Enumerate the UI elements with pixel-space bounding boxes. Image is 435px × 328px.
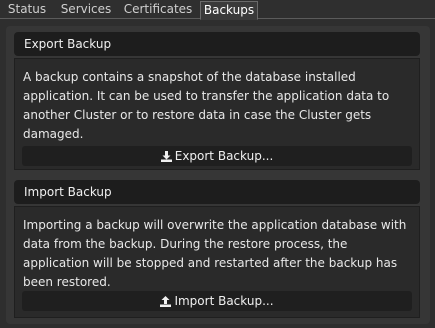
import-backup-body: Importing a backup will overwrite the ap… <box>14 206 420 318</box>
upload-icon <box>160 293 172 313</box>
backups-window: Status Services Certificates Backups Exp… <box>0 0 435 328</box>
export-backup-button[interactable]: Export Backup... <box>22 146 412 166</box>
tab-services[interactable]: Services <box>56 1 116 19</box>
tab-status[interactable]: Status <box>2 1 52 19</box>
import-backup-panel: Import Backup Importing a backup will ov… <box>14 180 420 318</box>
export-backup-description: A backup contains a snapshot of the data… <box>23 70 390 141</box>
import-backup-description: Importing a backup will overwrite the ap… <box>23 218 407 289</box>
export-backup-title: Export Backup <box>14 32 420 56</box>
export-backup-body: A backup contains a snapshot of the data… <box>14 58 420 170</box>
backups-content: Export Backup A backup contains a snapsh… <box>6 26 430 324</box>
download-icon <box>160 148 172 168</box>
import-backup-button[interactable]: Import Backup... <box>22 291 412 311</box>
import-button-label: Import Backup... <box>174 294 274 308</box>
tab-backups[interactable]: Backups <box>200 1 258 20</box>
export-backup-panel: Export Backup A backup contains a snapsh… <box>14 32 420 170</box>
tab-bar: Status Services Certificates Backups <box>0 0 435 20</box>
export-button-label: Export Backup... <box>174 149 274 163</box>
tab-certificates[interactable]: Certificates <box>120 1 196 19</box>
import-backup-title: Import Backup <box>14 180 420 204</box>
